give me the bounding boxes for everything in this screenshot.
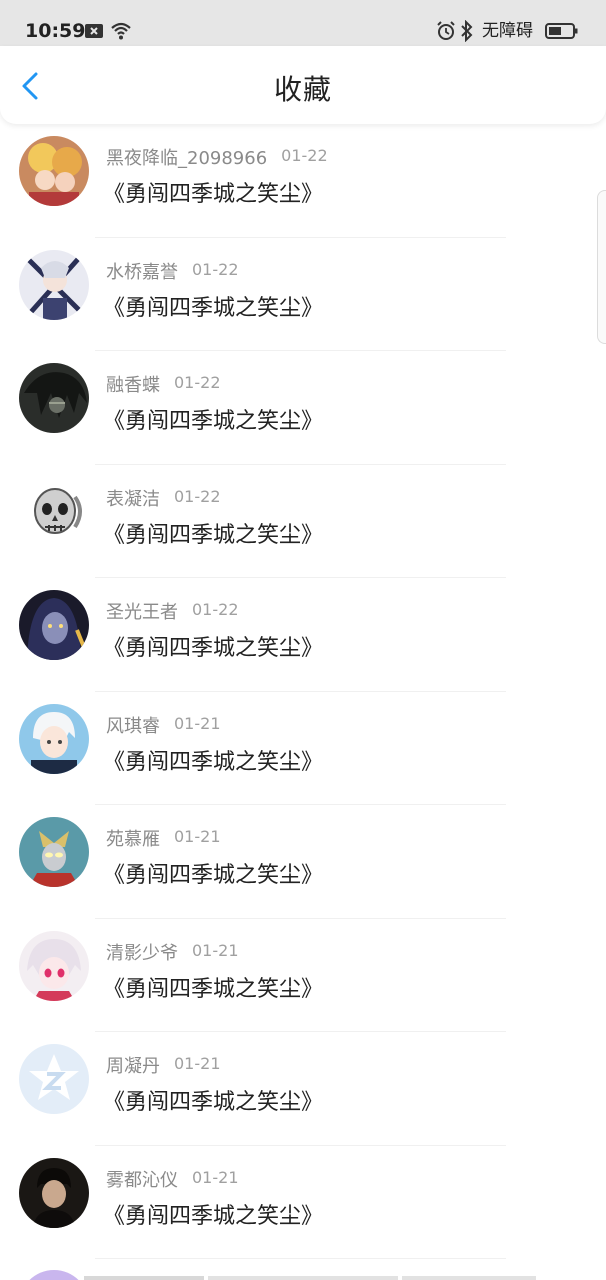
username: 融香蝶 [106, 375, 160, 396]
date: 01-22 [192, 600, 239, 619]
date: 01-21 [192, 940, 239, 960]
date: 01-22 [192, 259, 239, 279]
date: 01-21 [192, 1167, 239, 1187]
work-title[interactable]: 《勇闯四季城之笑尘》 [103, 1198, 323, 1230]
status-time: 10:59 [25, 20, 86, 42]
work-title[interactable]: 《勇闯四季城之笑尘》 [103, 176, 323, 208]
work-title[interactable]: 《勇闯四季城之笑尘》 [103, 403, 323, 435]
anime-pink-eyes-avatar[interactable] [19, 930, 89, 1001]
work-title[interactable]: 《勇闯四季城之笑尘》 [103, 1084, 323, 1116]
username: 风琪睿 [106, 715, 160, 737]
partial-row-graphic [29, 1270, 536, 1280]
username: 水桥嘉誉 [106, 261, 178, 283]
work-title[interactable]: 《勇闯四季城之笑尘》 [103, 630, 323, 662]
date: 01-22 [281, 146, 328, 165]
bluetooth-icon [459, 19, 475, 43]
date: 01-21 [174, 827, 221, 846]
divider [95, 1258, 506, 1259]
date: 01-21 [174, 1054, 221, 1073]
list-item[interactable]: 黑夜降临_2098966 01-22 《勇闯四季城之笑尘》 [0, 124, 606, 238]
battery-icon [545, 20, 579, 42]
favorites-list: 黑夜降临_2098966 01-22 《勇闯四季城之笑尘》 水桥嘉誉 01-22 《… [0, 124, 606, 1259]
username: 表凝洁 [106, 488, 160, 510]
page-title: 收藏 [273, 73, 332, 106]
list-item[interactable]: 表凝洁 01-22 《勇闯四季城之笑尘》 [0, 465, 606, 578]
list-item[interactable]: 水桥嘉誉 01-22 《勇闯四季城之笑尘》 [0, 238, 606, 351]
wifi-icon [110, 20, 132, 42]
alarm-icon [436, 20, 456, 42]
list-item[interactable]: 苑慕雁 01-21 《勇闯四季城之笑尘》 [0, 805, 606, 919]
date: 01-21 [174, 713, 221, 733]
list-item[interactable]: 雾都沁仪 01-21 《勇闯四季城之笑尘》 [0, 1146, 606, 1259]
date: 01-22 [174, 373, 221, 392]
anime-swordsman-avatar[interactable] [19, 249, 89, 320]
accessibility-text: 无障碍 [482, 21, 533, 41]
ultraman-avatar[interactable] [19, 817, 89, 887]
list-item[interactable]: 周凝丹 01-21 《勇闯四季城之笑尘》 [0, 1032, 606, 1146]
list-item[interactable]: 清影少爷 01-21 《勇闯四季城之笑尘》 [0, 919, 606, 1032]
work-title[interactable]: 《勇闯四季城之笑尘》 [103, 744, 323, 776]
username: 圣光王者 [106, 602, 178, 623]
list-item[interactable]: 融香蝶 01-22 《勇闯四季城之笑尘》 [0, 351, 606, 465]
notification-x-icon [84, 20, 104, 42]
nav-bar: 收藏 [0, 46, 606, 124]
username: 黑夜降临_2098966 [106, 148, 268, 169]
anime-girls-avatar[interactable] [19, 136, 89, 206]
white-hair-boy-avatar[interactable] [19, 703, 89, 774]
work-title[interactable]: 《勇闯四季城之笑尘》 [103, 971, 323, 1003]
hooded-figure-avatar[interactable] [19, 590, 89, 660]
dark-portrait-avatar[interactable] [19, 1157, 89, 1228]
dark-hair-avatar[interactable] [19, 363, 89, 433]
partial-list-item[interactable] [0, 1260, 606, 1280]
work-title[interactable]: 《勇闯四季城之笑尘》 [103, 290, 323, 322]
work-title[interactable]: 《勇闯四季城之笑尘》 [103, 517, 323, 549]
username: 苑慕雁 [106, 829, 160, 850]
skull-ring-avatar[interactable] [19, 476, 89, 547]
status-bar: 10:59 无障碍 [0, 0, 606, 46]
date: 01-22 [174, 486, 221, 506]
list-item[interactable]: 圣光王者 01-22 《勇闯四季城之笑尘》 [0, 578, 606, 692]
work-title[interactable]: 《勇闯四季城之笑尘》 [103, 857, 323, 889]
list-item[interactable]: 风琪睿 01-21 《勇闯四季城之笑尘》 [0, 692, 606, 805]
default-star-avatar[interactable] [19, 1044, 89, 1114]
username: 周凝丹 [106, 1056, 160, 1077]
username: 清影少爷 [106, 942, 178, 964]
username: 雾都沁仪 [106, 1169, 178, 1191]
